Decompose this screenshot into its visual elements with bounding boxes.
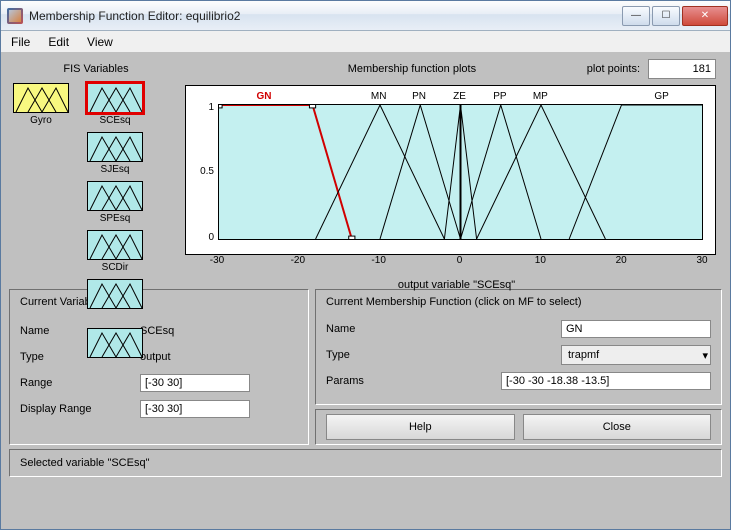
- current-mf-panel: Current Membership Function (click on MF…: [315, 289, 722, 405]
- ytick: 0: [194, 232, 214, 243]
- menu-view[interactable]: View: [87, 35, 113, 49]
- app-icon: [7, 8, 23, 24]
- cmf-name-label: Name: [326, 323, 406, 335]
- fis-input-label: Gyro: [13, 115, 69, 126]
- mf-label-gn[interactable]: GN: [256, 91, 271, 102]
- current-mf-title: Current Membership Function (click on MF…: [326, 296, 711, 308]
- cmf-name-input[interactable]: [561, 320, 711, 338]
- mf-label-gp[interactable]: GP: [654, 91, 668, 102]
- window-close-button[interactable]: ✕: [682, 6, 728, 26]
- fis-output-label: SCEsq: [87, 115, 143, 126]
- minimize-button[interactable]: —: [622, 6, 650, 26]
- close-button[interactable]: Close: [523, 414, 712, 440]
- cmf-type-select[interactable]: trapmf ▾: [561, 345, 711, 365]
- xtick: -30: [210, 255, 224, 285]
- fis-output-sjdir[interactable]: [87, 279, 143, 309]
- fis-output-sjesq[interactable]: [87, 132, 143, 162]
- mf-label-pn[interactable]: PN: [412, 91, 426, 102]
- cmf-type-label: Type: [326, 349, 406, 361]
- cv-drange-label: Display Range: [20, 403, 140, 415]
- fis-output-spdir[interactable]: [87, 328, 143, 358]
- help-button[interactable]: Help: [326, 414, 515, 440]
- menu-edit[interactable]: Edit: [48, 35, 69, 49]
- ytick: 1: [194, 102, 214, 113]
- plot-svg: [219, 105, 702, 239]
- status-text: Selected variable "SCEsq": [20, 457, 150, 469]
- fis-output-scesq[interactable]: [87, 83, 143, 113]
- fis-output-label: SJEsq: [87, 164, 143, 175]
- xtick: -20: [291, 255, 305, 285]
- fis-input-gyro[interactable]: [13, 83, 69, 113]
- chevron-down-icon: ▾: [702, 349, 708, 362]
- plot-box: 1 0.5 0: [185, 85, 716, 255]
- mf-label-ze[interactable]: ZE: [453, 91, 466, 102]
- xtick: 0: [457, 255, 463, 285]
- cmf-params-input[interactable]: [501, 372, 711, 390]
- cv-range-label: Range: [20, 377, 140, 389]
- plot-points-label: plot points:: [587, 63, 640, 75]
- menu-file[interactable]: File: [11, 35, 30, 49]
- mf-label-pp[interactable]: PP: [493, 91, 506, 102]
- current-variable-panel: Current Variable NameSCEsq Typeoutput Ra…: [9, 289, 309, 445]
- fis-output-scdir[interactable]: [87, 230, 143, 260]
- xtick: 30: [696, 255, 707, 285]
- plot-header-title: Membership function plots: [185, 63, 579, 75]
- mf-label-mn[interactable]: MN: [371, 91, 387, 102]
- fis-output-label: SPEsq: [87, 213, 143, 224]
- cv-drange-input[interactable]: [140, 400, 250, 418]
- fis-output-spesq[interactable]: [87, 181, 143, 211]
- mf-label-mp[interactable]: MP: [533, 91, 548, 102]
- ytick: 0.5: [194, 166, 214, 177]
- xtick: -10: [371, 255, 385, 285]
- status-bar: Selected variable "SCEsq": [9, 449, 722, 477]
- cv-name-value: SCEsq: [140, 325, 298, 337]
- window-title: Membership Function Editor: equilibrio2: [29, 9, 622, 23]
- cv-range-input[interactable]: [140, 374, 250, 392]
- current-variable-title: Current Variable: [20, 296, 298, 308]
- cmf-params-label: Params: [326, 375, 406, 387]
- xtick: 10: [535, 255, 546, 285]
- cmf-type-value: trapmf: [568, 349, 599, 361]
- fis-variables-title: FIS Variables: [13, 63, 179, 75]
- cv-type-value: output: [140, 351, 298, 363]
- mf-icon: [14, 84, 70, 114]
- maximize-button[interactable]: ☐: [652, 6, 680, 26]
- xtick: 20: [616, 255, 627, 285]
- plot-points-input[interactable]: [648, 59, 716, 79]
- plot-area[interactable]: [218, 104, 703, 240]
- fis-output-label: SCDir: [87, 262, 143, 273]
